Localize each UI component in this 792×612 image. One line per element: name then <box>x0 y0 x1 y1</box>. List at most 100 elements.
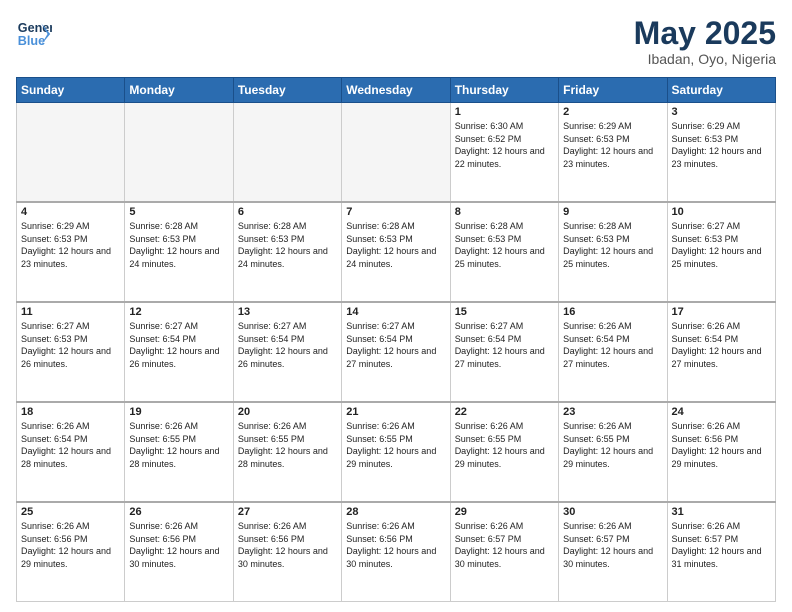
day-info: Sunrise: 6:27 AMSunset: 6:53 PMDaylight:… <box>672 220 771 270</box>
calendar-cell: 19 Sunrise: 6:26 AMSunset: 6:55 PMDayligh… <box>125 402 233 502</box>
day-number: 18 <box>21 406 120 418</box>
svg-text:Blue: Blue <box>18 34 45 48</box>
calendar-cell: 4 Sunrise: 6:29 AMSunset: 6:53 PMDaylight… <box>17 202 125 302</box>
calendar-cell: 26Sunrise: 6:26 AMSunset: 6:56 PMDayligh… <box>125 502 233 601</box>
calendar-cell <box>342 103 450 202</box>
day-info: Sunrise: 6:26 AMSunset: 6:56 PMDaylight:… <box>129 520 228 570</box>
day-number: 19 <box>129 406 228 418</box>
day-info: Sunrise: 6:26 AMSunset: 6:55 PMDaylight:… <box>563 420 662 470</box>
day-info: Sunrise: 6:28 AMSunset: 6:53 PMDaylight:… <box>346 220 445 270</box>
calendar-cell: 16 Sunrise: 6:26 AMSunset: 6:54 PMDayligh… <box>559 302 667 402</box>
day-number: 6 <box>238 206 337 218</box>
calendar-cell: 11Sunrise: 6:27 AMSunset: 6:53 PMDayligh… <box>17 302 125 402</box>
day-info: Sunrise: 6:28 AMSunset: 6:53 PMDaylight:… <box>129 220 228 270</box>
calendar-cell: 13Sunrise: 6:27 AMSunset: 6:54 PMDayligh… <box>233 302 341 402</box>
day-number: 7 <box>346 206 445 218</box>
day-number: 23 <box>563 406 662 418</box>
calendar-cell: 8Sunrise: 6:28 AMSunset: 6:53 PMDaylight… <box>450 202 558 302</box>
day-number: 14 <box>346 306 445 318</box>
day-info: Sunrise: 6:27 AMSunset: 6:54 PMDaylight:… <box>346 320 445 370</box>
day-number: 27 <box>238 506 337 518</box>
calendar-week-3: 11Sunrise: 6:27 AMSunset: 6:53 PMDayligh… <box>17 302 776 402</box>
day-info: Sunrise: 6:26 AMSunset: 6:54 PMDaylight:… <box>21 420 120 470</box>
day-info: Sunrise: 6:28 AMSunset: 6:53 PMDaylight:… <box>238 220 337 270</box>
day-number: 17 <box>672 306 771 318</box>
location-subtitle: Ibadan, Oyo, Nigeria <box>634 51 776 67</box>
calendar-week-5: 25 Sunrise: 6:26 AMSunset: 6:56 PMDayligh… <box>17 502 776 601</box>
day-info: Sunrise: 6:26 AMSunset: 6:54 PMDaylight:… <box>563 320 662 370</box>
day-number: 24 <box>672 406 771 418</box>
calendar-week-4: 18 Sunrise: 6:26 AMSunset: 6:54 PMDayligh… <box>17 402 776 502</box>
calendar-cell: 18 Sunrise: 6:26 AMSunset: 6:54 PMDayligh… <box>17 402 125 502</box>
day-info: Sunrise: 6:26 AMSunset: 6:56 PMDaylight:… <box>672 420 771 470</box>
calendar-cell: 25 Sunrise: 6:26 AMSunset: 6:56 PMDayligh… <box>17 502 125 601</box>
weekday-header-friday: Friday <box>559 78 667 103</box>
day-info: Sunrise: 6:26 AMSunset: 6:56 PMDaylight:… <box>238 520 337 570</box>
calendar-cell: 15 Sunrise: 6:27 AMSunset: 6:54 PMDayligh… <box>450 302 558 402</box>
calendar-cell: 31Sunrise: 6:26 AMSunset: 6:57 PMDayligh… <box>667 502 775 601</box>
calendar-cell <box>17 103 125 202</box>
day-info: Sunrise: 6:27 AMSunset: 6:54 PMDaylight:… <box>129 320 228 370</box>
logo: General Blue <box>16 16 52 52</box>
day-info: Sunrise: 6:26 AMSunset: 6:56 PMDaylight:… <box>21 520 120 570</box>
calendar-cell <box>233 103 341 202</box>
day-number: 15 <box>455 306 554 318</box>
day-number: 4 <box>21 206 120 218</box>
day-number: 11 <box>21 306 120 318</box>
calendar-cell: 22 Sunrise: 6:26 AMSunset: 6:55 PMDayligh… <box>450 402 558 502</box>
calendar-cell: 30Sunrise: 6:26 AMSunset: 6:57 PMDayligh… <box>559 502 667 601</box>
day-number: 29 <box>455 506 554 518</box>
day-number: 20 <box>238 406 337 418</box>
day-info: Sunrise: 6:28 AMSunset: 6:53 PMDaylight:… <box>563 220 662 270</box>
day-number: 5 <box>129 206 228 218</box>
day-info: Sunrise: 6:29 AMSunset: 6:53 PMDaylight:… <box>21 220 120 270</box>
weekday-header-saturday: Saturday <box>667 78 775 103</box>
month-title: May 2025 <box>634 16 776 51</box>
day-info: Sunrise: 6:26 AMSunset: 6:55 PMDaylight:… <box>346 420 445 470</box>
day-number: 28 <box>346 506 445 518</box>
calendar-cell: 20 Sunrise: 6:26 AMSunset: 6:55 PMDayligh… <box>233 402 341 502</box>
day-number: 2 <box>563 106 662 118</box>
calendar-cell: 5 Sunrise: 6:28 AMSunset: 6:53 PMDaylight… <box>125 202 233 302</box>
day-number: 10 <box>672 206 771 218</box>
calendar-cell: 23 Sunrise: 6:26 AMSunset: 6:55 PMDayligh… <box>559 402 667 502</box>
calendar-cell: 7 Sunrise: 6:28 AMSunset: 6:53 PMDaylight… <box>342 202 450 302</box>
day-number: 25 <box>21 506 120 518</box>
day-number: 1 <box>455 106 554 118</box>
day-info: Sunrise: 6:27 AMSunset: 6:54 PMDaylight:… <box>455 320 554 370</box>
weekday-header-monday: Monday <box>125 78 233 103</box>
day-info: Sunrise: 6:26 AMSunset: 6:55 PMDaylight:… <box>238 420 337 470</box>
calendar-week-1: 1 Sunrise: 6:30 AMSunset: 6:52 PMDaylight… <box>17 103 776 202</box>
page-header: General Blue May 2025 Ibadan, Oyo, Niger… <box>16 16 776 67</box>
calendar-cell: 3Sunrise: 6:29 AMSunset: 6:53 PMDaylight… <box>667 103 775 202</box>
weekday-header-wednesday: Wednesday <box>342 78 450 103</box>
day-number: 21 <box>346 406 445 418</box>
weekday-header-tuesday: Tuesday <box>233 78 341 103</box>
day-number: 3 <box>672 106 771 118</box>
calendar-cell <box>125 103 233 202</box>
day-info: Sunrise: 6:29 AMSunset: 6:53 PMDaylight:… <box>563 120 662 170</box>
day-info: Sunrise: 6:28 AMSunset: 6:53 PMDaylight:… <box>455 220 554 270</box>
calendar-cell: 29 Sunrise: 6:26 AMSunset: 6:57 PMDayligh… <box>450 502 558 601</box>
day-info: Sunrise: 6:26 AMSunset: 6:55 PMDaylight:… <box>129 420 228 470</box>
calendar-cell: 27 Sunrise: 6:26 AMSunset: 6:56 PMDayligh… <box>233 502 341 601</box>
day-info: Sunrise: 6:30 AMSunset: 6:52 PMDaylight:… <box>455 120 554 170</box>
day-number: 9 <box>563 206 662 218</box>
calendar-cell: 24 Sunrise: 6:26 AMSunset: 6:56 PMDayligh… <box>667 402 775 502</box>
day-number: 22 <box>455 406 554 418</box>
day-info: Sunrise: 6:26 AMSunset: 6:57 PMDaylight:… <box>455 520 554 570</box>
weekday-header-thursday: Thursday <box>450 78 558 103</box>
day-info: Sunrise: 6:26 AMSunset: 6:54 PMDaylight:… <box>672 320 771 370</box>
calendar-cell: 12Sunrise: 6:27 AMSunset: 6:54 PMDayligh… <box>125 302 233 402</box>
calendar-cell: 10 Sunrise: 6:27 AMSunset: 6:53 PMDayligh… <box>667 202 775 302</box>
calendar-cell: 28Sunrise: 6:26 AMSunset: 6:56 PMDayligh… <box>342 502 450 601</box>
calendar-week-2: 4 Sunrise: 6:29 AMSunset: 6:53 PMDaylight… <box>17 202 776 302</box>
day-info: Sunrise: 6:26 AMSunset: 6:55 PMDaylight:… <box>455 420 554 470</box>
calendar-cell: 6 Sunrise: 6:28 AMSunset: 6:53 PMDaylight… <box>233 202 341 302</box>
calendar-cell: 9 Sunrise: 6:28 AMSunset: 6:53 PMDaylight… <box>559 202 667 302</box>
main-container: General Blue May 2025 Ibadan, Oyo, Niger… <box>0 0 792 612</box>
day-number: 30 <box>563 506 662 518</box>
calendar-cell: 17 Sunrise: 6:26 AMSunset: 6:54 PMDayligh… <box>667 302 775 402</box>
day-number: 31 <box>672 506 771 518</box>
day-number: 16 <box>563 306 662 318</box>
